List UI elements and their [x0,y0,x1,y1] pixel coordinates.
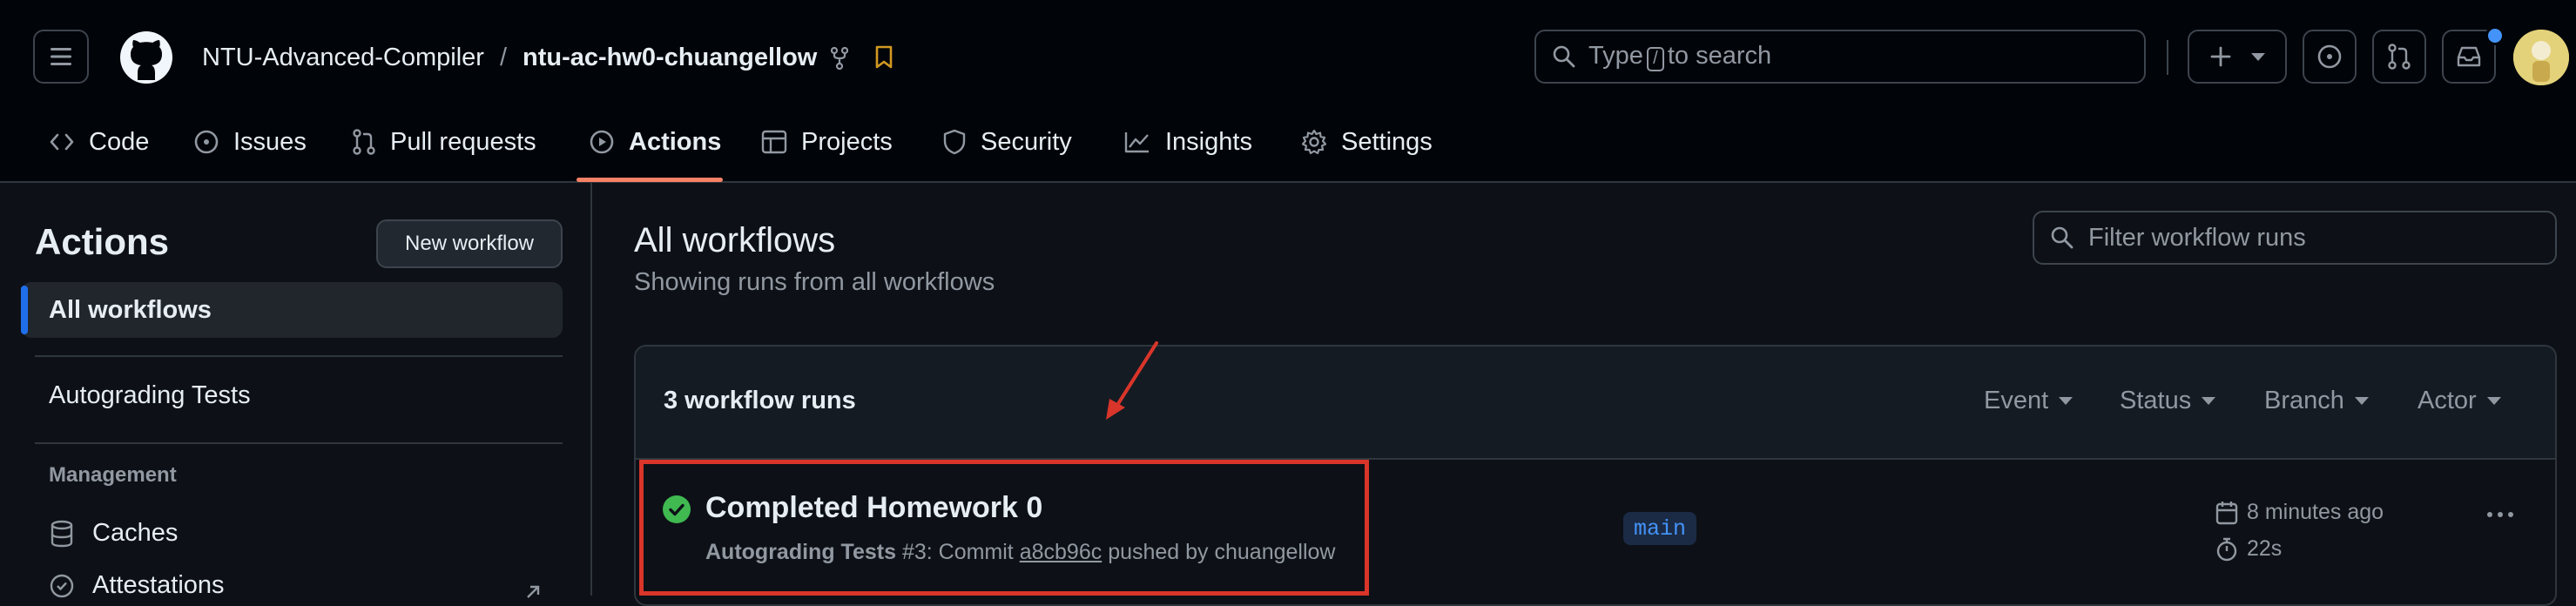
workflow-runs-header: 3 workflow runs Event Status Branch Acto… [636,347,2555,460]
tab-insights-label: Insights [1165,127,1252,156]
sidebar-divider [35,442,563,444]
stopwatch-icon [2216,537,2237,561]
sidebar-item-caches-label: Caches [92,519,179,547]
search-text: Type [1588,42,1643,71]
page-title: All workflows [634,221,836,259]
filter-placeholder: Filter workflow runs [2088,223,2306,252]
code-icon [50,133,74,151]
search-icon [2051,226,2074,249]
database-icon [51,520,73,547]
plus-icon [2210,46,2231,67]
chevron-down-icon [2486,397,2501,405]
tab-selected-underline [577,178,723,182]
table-icon [761,130,787,154]
run-timestamp: 8 minutes ago [2215,500,2384,525]
tab-security-label: Security [981,127,1072,156]
search-icon [1553,45,1575,68]
shield-icon [943,129,966,155]
chevron-down-icon [2202,397,2216,405]
fork-icon [831,47,848,70]
sidebar-item-attestations[interactable]: Attestations [49,571,225,600]
tab-security[interactable]: Security [942,120,1072,164]
run-duration: 22s [2215,536,2282,562]
chevron-down-icon [2059,397,2074,405]
run-duration-value: 22s [2247,536,2283,561]
pull-request-icon [353,129,375,155]
run-options-button[interactable] [2487,512,2513,517]
runs-count: 3 workflow runs [664,387,856,414]
graph-icon [1124,132,1149,153]
sidebar-item-caches[interactable]: Caches [49,519,178,548]
actor-filter-label: Actor [2418,387,2477,414]
tab-issues[interactable]: Issues [193,120,307,164]
sidebar-item-all-workflows[interactable]: All workflows [21,282,563,338]
status-filter-label: Status [2120,387,2192,414]
tab-pull-requests-label: Pull requests [390,127,536,156]
page-subtitle: Showing runs from all workflows [634,268,995,296]
search-input[interactable]: Type / to search [1534,30,2146,84]
sidebar-item-attestations-label: Attestations [92,571,225,599]
header-divider [2167,40,2168,75]
tab-code[interactable]: Code [49,120,149,164]
create-new-button[interactable] [2188,30,2287,84]
github-logo[interactable] [118,30,174,85]
sidebar-heading-management: Management [49,463,177,487]
status-filter-dropdown[interactable]: Status [2120,387,2216,415]
actor-filter-dropdown[interactable]: Actor [2418,387,2501,415]
new-workflow-button[interactable]: New workflow [376,219,563,268]
sidebar-divider-vertical [590,183,592,596]
tab-pull-requests[interactable]: Pull requests [352,120,536,164]
tab-code-label: Code [89,127,150,156]
bookmark-icon[interactable] [874,45,894,70]
issue-icon [2317,44,2342,69]
issues-button[interactable] [2303,30,2357,84]
branch-filter-dropdown[interactable]: Branch [2264,387,2369,415]
tab-insights[interactable]: Insights [1123,120,1252,164]
breadcrumb-repo[interactable]: ntu-ac-hw0-chuangellow [523,40,817,75]
tab-settings-label: Settings [1341,127,1433,156]
notification-dot [2485,26,2505,45]
sidebar-divider [35,355,563,357]
avatar[interactable] [2513,30,2569,85]
annotation-highlight-box [639,460,1369,596]
chevron-down-icon [2251,52,2265,61]
external-link-icon [527,585,540,598]
branch-badge[interactable]: main [1623,512,1697,545]
filter-runs-input[interactable]: Filter workflow runs [2033,211,2557,265]
sidebar-title: Actions [35,221,170,262]
tab-projects[interactable]: Projects [761,120,893,164]
sidebar-active-indicator [21,286,28,334]
tab-actions[interactable]: Actions [589,120,721,164]
app-header: NTU-Advanced-Compiler / ntu-ac-hw0-chuan… [0,0,2576,183]
menu-icon [51,48,71,65]
branch-filter-label: Branch [2264,387,2344,414]
pull-requests-button[interactable] [2372,30,2426,84]
inbox-icon [2457,46,2481,67]
breadcrumb-org[interactable]: NTU-Advanced-Compiler [202,40,484,75]
sidebar-item-autograding-tests[interactable]: Autograding Tests [21,367,563,423]
annotation-arrow [1106,341,1158,420]
play-icon [590,130,614,154]
pull-request-icon [2388,44,2411,70]
chevron-down-icon [2354,397,2369,405]
event-filter-label: Event [1984,387,2049,414]
gear-icon [1301,129,1327,155]
search-shortcut-key: / [1646,46,1664,71]
event-filter-dropdown[interactable]: Event [1984,387,2074,415]
search-text-after: to search [1667,42,1772,71]
tab-actions-label: Actions [629,127,722,156]
issue-icon [194,130,219,154]
tab-issues-label: Issues [233,127,307,156]
verified-icon [50,574,74,597]
calendar-icon [2215,501,2238,524]
run-time-ago: 8 minutes ago [2247,500,2384,524]
tab-settings[interactable]: Settings [1301,120,1433,164]
tab-projects-label: Projects [801,127,893,156]
menu-button[interactable] [33,30,89,84]
breadcrumb-separator: / [500,44,508,71]
